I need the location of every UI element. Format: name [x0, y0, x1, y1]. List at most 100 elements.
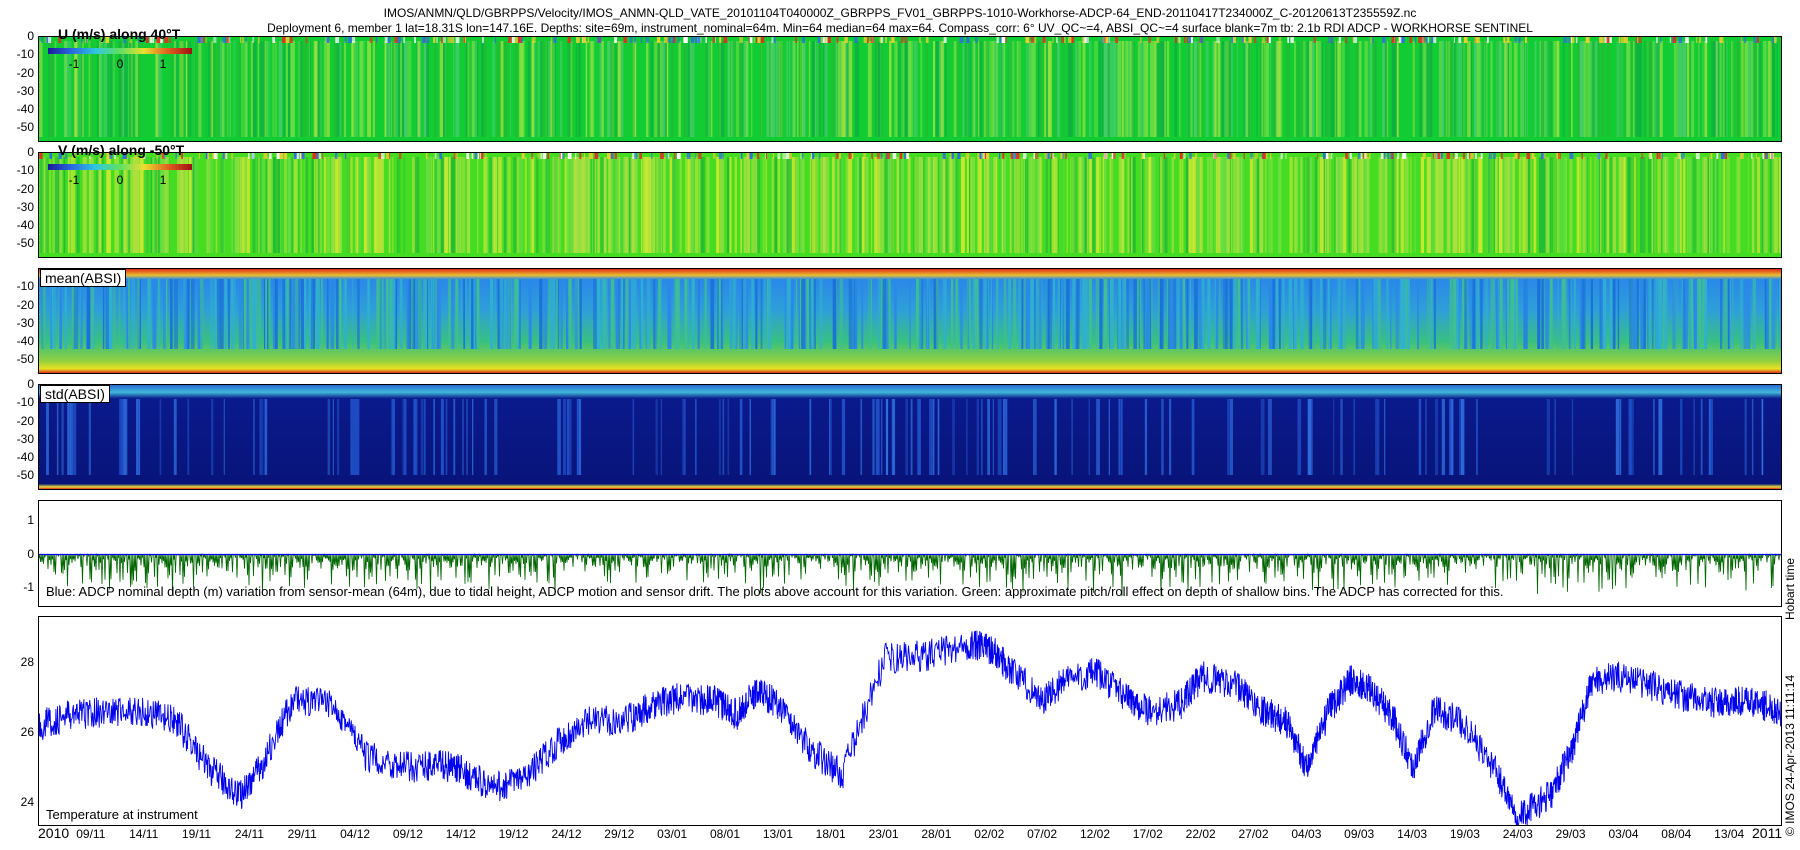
heatmap-stripe: [854, 279, 858, 349]
heatmap-stripe: [430, 157, 433, 253]
heatmap-stripe: [802, 153, 804, 159]
heatmap-stripe: [1141, 153, 1144, 159]
heatmap-stripe: [1045, 157, 1048, 253]
heatmap-stripe: [1568, 41, 1570, 137]
heatmap-stripe: [666, 41, 669, 137]
heatmap-stripe: [1504, 157, 1506, 253]
heatmap-stripe: [978, 41, 980, 137]
heatmap-stripe: [899, 153, 903, 159]
heatmap-stripe: [1067, 41, 1071, 137]
heatmap-stripe: [267, 157, 272, 253]
heatmap-stripe: [1369, 153, 1371, 159]
x-tick-label: 02/02: [974, 827, 1005, 841]
heatmap-stripe: [1174, 41, 1178, 137]
u-velocity-heatmap: [38, 36, 1782, 142]
heatmap-stripe: [1439, 41, 1441, 137]
heatmap-stripe: [832, 157, 835, 253]
heatmap-stripe: [434, 41, 437, 137]
heatmap-stripe: [300, 279, 304, 349]
heatmap-stripe: [413, 399, 417, 475]
heatmap-stripe: [1335, 157, 1338, 253]
heatmap-stripe: [223, 399, 225, 475]
heatmap-stripe: [870, 37, 875, 43]
y-tick-label: -30: [16, 83, 34, 98]
heatmap-stripe: [357, 279, 360, 349]
heatmap-stripe: [1157, 41, 1161, 137]
heatmap-stripe: [494, 279, 496, 349]
heatmap-stripe: [882, 279, 887, 349]
heatmap-stripe: [231, 157, 235, 253]
heatmap-stripe: [1452, 279, 1456, 349]
heatmap-stripe: [276, 153, 280, 159]
heatmap-stripe: [412, 157, 416, 253]
heatmap-stripe: [979, 279, 983, 349]
u-colorbar-tick: 0: [116, 57, 124, 71]
heatmap-stripe: [1563, 157, 1567, 253]
heatmap-stripe: [52, 157, 55, 253]
heatmap-stripe: [426, 157, 430, 253]
heatmap-stripe: [1771, 157, 1773, 253]
heatmap-stripe: [516, 279, 518, 349]
heatmap-stripe: [1402, 279, 1406, 349]
heatmap-stripe: [1011, 41, 1015, 137]
heatmap-stripe: [180, 157, 183, 253]
heatmap-stripe: [695, 157, 697, 253]
heatmap-stripe: [300, 157, 302, 253]
heatmap-stripe: [442, 41, 446, 137]
heatmap-stripe: [1360, 279, 1365, 349]
x-tick-label: 09/12: [392, 827, 423, 841]
heatmap-stripe: [925, 37, 929, 43]
heatmap-stripe: [631, 157, 634, 253]
heatmap-stripe: [231, 279, 234, 349]
heatmap-stripe: [385, 279, 389, 349]
heatmap-stripe: [701, 157, 705, 253]
heatmap-stripe: [1433, 37, 1437, 43]
heatmap-stripe: [303, 41, 307, 137]
v-colorbar-tick: 1: [159, 173, 167, 187]
heatmap-stripe: [719, 37, 722, 43]
heatmap-stripe: [1397, 153, 1400, 159]
heatmap-stripe: [1298, 41, 1300, 137]
heatmap-stripe: [839, 153, 841, 159]
heatmap-stripe: [179, 41, 181, 137]
heatmap-stripe: [1287, 37, 1289, 43]
heatmap-stripe: [1219, 279, 1221, 349]
heatmap-stripe: [1495, 157, 1498, 253]
heatmap-stripe: [366, 157, 369, 253]
heatmap-stripe: [1505, 279, 1507, 349]
heatmap-stripe: [888, 279, 891, 349]
heatmap-stripe: [1563, 37, 1568, 43]
heatmap-stripe: [393, 41, 396, 137]
heatmap-stripe: [1140, 37, 1142, 43]
heatmap-stripe: [199, 37, 203, 43]
heatmap-stripe: [1603, 157, 1606, 253]
heatmap-stripe: [871, 157, 873, 253]
heatmap-stripe: [992, 279, 994, 349]
heatmap-stripe: [1541, 41, 1545, 137]
heatmap-stripe: [1508, 41, 1512, 137]
y-tick-label: -30: [16, 199, 34, 214]
heatmap-stripe: [1065, 153, 1067, 159]
heatmap-stripe: [810, 279, 814, 349]
heatmap-stripe: [1341, 41, 1345, 137]
y-tick-label: 0: [27, 29, 34, 43]
heatmap-stripe: [1539, 41, 1542, 137]
heatmap-stripe: [587, 157, 590, 253]
heatmap-stripe: [773, 153, 775, 159]
heatmap-stripe: [697, 37, 701, 43]
heatmap-stripe: [317, 41, 321, 137]
heatmap-stripe: [933, 399, 935, 475]
heatmap-stripe: [723, 37, 728, 43]
heatmap-stripe: [531, 153, 534, 159]
heatmap-stripe: [855, 41, 860, 137]
heatmap-stripe: [1623, 157, 1626, 253]
heatmap-stripe: [1125, 41, 1129, 137]
heatmap-stripe: [760, 279, 763, 349]
heatmap-stripe: [750, 41, 753, 137]
heatmap-stripe: [1115, 37, 1118, 43]
heatmap-stripe: [49, 153, 52, 159]
heatmap-stripe: [1651, 279, 1654, 349]
heatmap-stripe: [174, 279, 178, 349]
heatmap-stripe: [792, 41, 796, 137]
heatmap-stripe: [139, 157, 144, 253]
